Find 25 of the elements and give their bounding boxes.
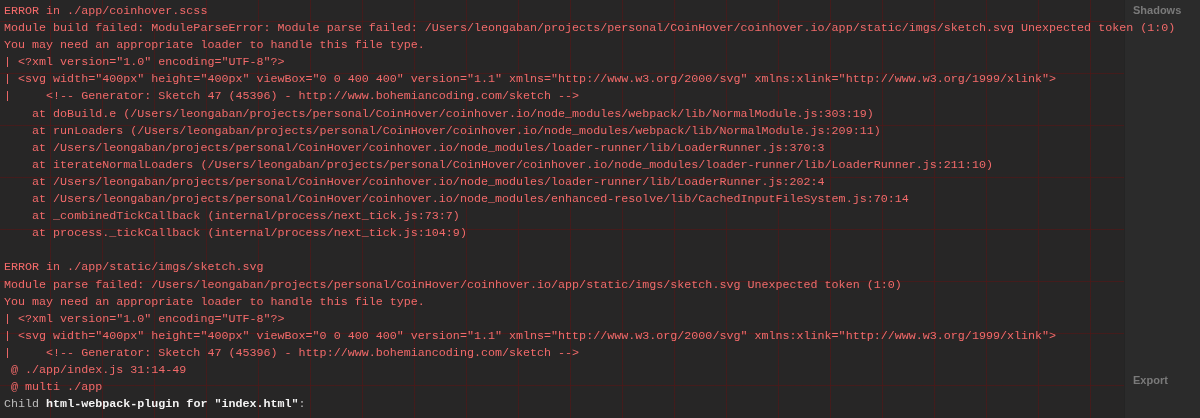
error-line: | <?xml version="1.0" encoding="UTF-8"?> [4,310,285,328]
error-line: You may need an appropriate loader to handle this file type. [4,293,425,311]
panel-heading: Shadows [1132,3,1183,18]
error-line: | <!-- Generator: Sketch 47 (45396) - http://www.bohemiancoding.com/sketch --> [4,344,580,362]
error-line: Module parse failed: /Users/leongaban/projects/personal/CoinHover/coinhover.io/app/static/imgs/sketch.svg Unexpected token (1:0) [4,276,902,294]
error-line: at _combinedTickCallback (internal/process/next_tick.js:73:7) [31,208,460,226]
error-line: ERROR in ./app/coinhover.scss [4,3,208,20]
error-line: | <!-- Generator: Sketch 47 (45396) - http://www.bohemiancoding.com/sketch --> [4,88,580,106]
error-line: at process._tickCallback (internal/process/next_tick.js:104:9) [31,225,467,243]
error-line: @ ./app/index.js 31:14-49 [10,361,187,379]
error-line: at /Users/leongaban/projects/personal/CoinHover/coinhover.io/node_modules/loader-runner/lib/LoaderRunner.js:370:3 [31,139,825,157]
panel-heading: Export [1132,373,1169,388]
error-line: | <?xml version="1.0" encoding="UTF-8"?> [4,54,285,72]
error-line: Module build failed: ModuleParseError: Module parse failed: /Users/leongaban/projects/personal/CoinHover/coinhover.io/app/static/imgs/sketch.svg Unexpected token (1:0) [4,20,1176,38]
error-line: at /Users/leongaban/projects/personal/CoinHover/coinhover.io/node_modules/enhanced-resolve/lib/CachedInputFileSystem.js:70:14 [31,191,909,209]
error-line: You may need an appropriate loader to handle this file type. [4,37,425,55]
error-line: | <svg width="400px" height="400px" viewBox="0 0 400 400" version="1.1" xmlns="http://www.w3.org/2000/svg" xmlns:xlink="http://www.w3.org/1999/xlink"> [4,71,1057,89]
error-line: at doBuild.e (/Users/leongaban/projects/personal/CoinHover/coinhover.io/node_modules/webpack/lib/NormalModule.js:303:19) [31,105,874,123]
error-line: ERROR in ./app/static/imgs/sketch.svg [4,259,264,277]
error-line: @ multi ./app [10,379,103,397]
error-line: | <svg width="400px" height="400px" viewBox="0 0 400 400" version="1.1" xmlns="http://www.w3.org/2000/svg" xmlns:xlink="http://www.w3.org/1999/xlink"> [4,327,1057,345]
error-line: at runLoaders (/Users/leongaban/projects/personal/CoinHover/coinhover.io/node_modules/webpack/lib/NormalModule.js:209:11) [31,122,881,140]
error-line: at /Users/leongaban/projects/personal/CoinHover/coinhover.io/node_modules/loader-runner/lib/LoaderRunner.js:202:4 [31,173,825,191]
error-line: at iterateNormalLoaders (/Users/leongaban/projects/personal/CoinHover/coinhover.io/node_modules/loader-runner/lib/LoaderRunner.js:211:10) [31,156,993,174]
log-line: Child html-webpack-plugin for "index.html": [4,396,306,414]
